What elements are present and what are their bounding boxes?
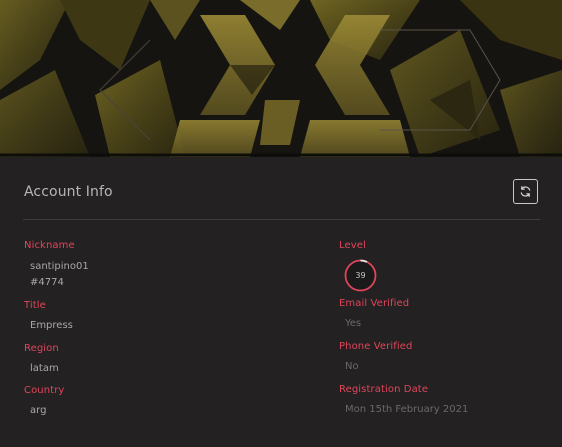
profile-banner xyxy=(0,0,562,157)
country-label: Country xyxy=(24,385,65,396)
refresh-button[interactable] xyxy=(513,179,538,204)
nickname-value: santipino01 xyxy=(30,261,89,272)
country-value: arg xyxy=(30,405,47,416)
banner-artwork xyxy=(0,0,562,157)
title-label: Title xyxy=(24,300,46,311)
email-verified-value: Yes xyxy=(345,318,362,329)
nickname-label: Nickname xyxy=(24,240,75,251)
title-divider xyxy=(23,219,540,220)
card-title: Account Info xyxy=(24,184,113,200)
registration-date-label: Registration Date xyxy=(339,384,429,395)
account-info-card: Account Info Nickname santipino01 #4774 … xyxy=(0,157,562,447)
region-label: Region xyxy=(24,343,59,354)
level-badge: 39 xyxy=(344,259,377,292)
phone-verified-value: No xyxy=(345,361,359,372)
email-verified-label: Email Verified xyxy=(339,298,410,309)
refresh-icon xyxy=(520,186,531,197)
nickname-tag: #4774 xyxy=(30,277,64,288)
title-value: Empress xyxy=(30,320,73,331)
level-label: Level xyxy=(339,240,366,251)
region-value: latam xyxy=(30,363,59,374)
registration-date-value: Mon 15th February 2021 xyxy=(345,404,469,415)
level-value: 39 xyxy=(355,271,366,280)
phone-verified-label: Phone Verified xyxy=(339,341,413,352)
